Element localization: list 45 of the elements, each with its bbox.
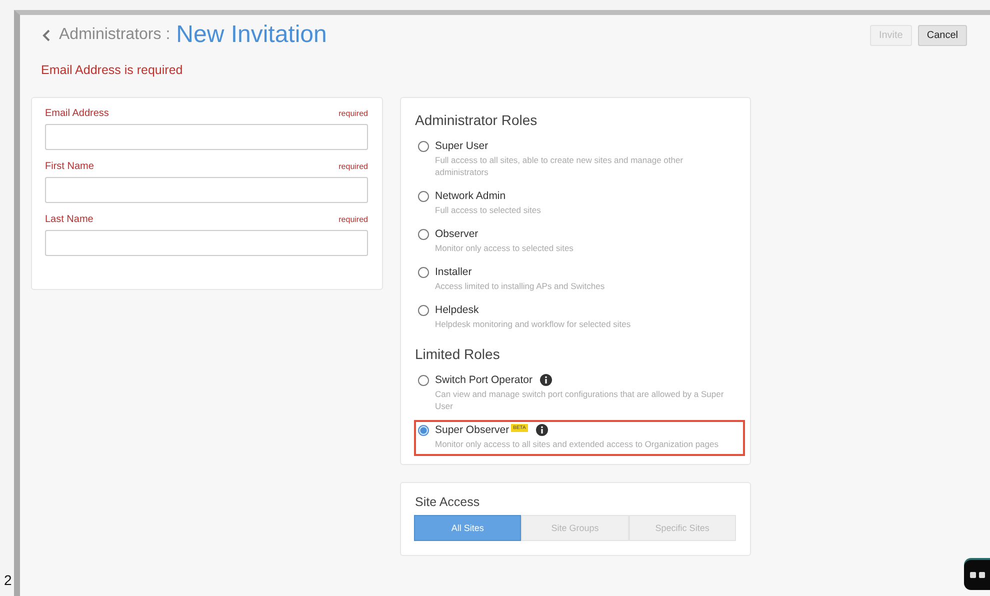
radio-button[interactable] [418,140,429,152]
role-name: Installer [435,266,472,278]
input-field[interactable] [45,177,368,203]
input-field[interactable] [45,124,368,150]
required-hint: required [338,215,368,224]
section-title: Limited Roles [415,346,501,362]
radio-button[interactable] [418,424,429,436]
role-name: Helpdesk [435,304,479,316]
page-title: New Invitation [176,21,327,49]
radio-button[interactable] [418,228,429,240]
radio-button[interactable] [418,190,429,202]
role-description: Full access to all sites, able to create new sites and manage other administrators [434,154,684,178]
role-description: Monitor only access to selected sites [434,242,574,254]
chat-icon[interactable] [964,560,990,590]
field-label: Last Name [45,214,94,225]
role-description: Helpdesk monitoring and workflow for selected sites [434,318,632,330]
segment-tab[interactable]: All Sites [414,515,522,541]
error-message: Email Address is required [40,62,184,77]
role-description: Access limited to installing APs and Switches [434,280,606,292]
info-icon[interactable] [536,424,548,436]
breadcrumb-link[interactable]: Administrators : [59,26,170,44]
segment-tab[interactable]: Specific Sites [628,515,736,541]
role-name: Super User [435,140,488,152]
segment-tab[interactable]: Site Groups [521,515,629,541]
info-icon[interactable] [540,374,552,386]
action-button[interactable]: Cancel [918,24,967,46]
section-title: Administrator Roles [415,112,538,128]
required-hint: required [338,109,368,118]
back-icon[interactable] [42,28,51,42]
field-label: Email Address [45,108,109,119]
role-name: Super Observer [435,424,510,436]
input-field[interactable] [45,230,368,256]
required-hint: required [338,162,368,171]
radio-button[interactable] [418,266,429,278]
role-description: Can view and manage switch port configurations that are allowed by a Super User [434,388,725,412]
role-name: Network Admin [435,190,506,202]
role-name: Switch Port Operator [435,374,532,386]
section-title: Site Access [415,495,481,509]
role-description: Monitor only access to all sites and extended access to Organization pages [434,438,720,450]
edge-text: 2 [4,572,12,588]
radio-button[interactable] [418,304,429,316]
role-name: Observer [435,228,478,240]
field-label: First Name [45,161,94,172]
role-description: Full access to selected sites [434,204,542,216]
radio-button[interactable] [418,374,429,386]
